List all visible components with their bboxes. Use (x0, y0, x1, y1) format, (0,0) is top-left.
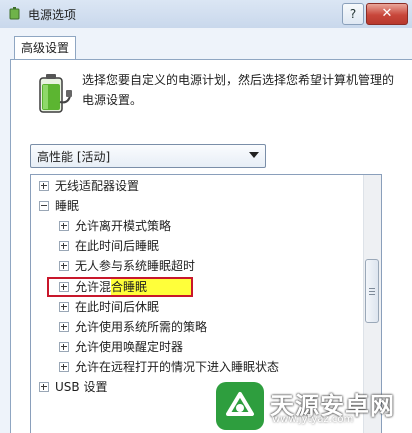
tree-item-label: 睡眠 (55, 199, 80, 213)
watermark-logo-icon (216, 382, 264, 430)
expand-plus-icon[interactable] (59, 342, 69, 352)
chevron-down-icon[interactable] (249, 152, 259, 158)
title-bar: 电源选项 ? ✕ (0, 0, 412, 29)
expand-plus-icon[interactable] (59, 221, 69, 231)
highlight-box (47, 277, 193, 297)
power-options-icon (9, 7, 20, 20)
tab-advanced-settings[interactable]: 高级设置 (14, 36, 76, 59)
power-plan-select[interactable]: 高性能 [活动] (30, 144, 266, 168)
plan-description: 选择您要自定义的电源计划，然后选择您希望计算机管理的电源设置。 (82, 73, 395, 107)
tree-item-label: 无人参与系统睡眠超时 (75, 259, 196, 273)
grip-line (369, 288, 375, 289)
tree-item-label: 无线适配器设置 (55, 179, 140, 193)
tree-item-label: 允许使用唤醒定时器 (75, 340, 184, 354)
expand-plus-icon[interactable] (59, 241, 69, 251)
grip-line (369, 291, 375, 292)
expand-plus-icon[interactable] (59, 322, 69, 332)
close-button[interactable]: ✕ (366, 3, 408, 25)
tree-item-label: 在此时间后休眠 (75, 300, 160, 314)
tab-strip: 高级设置 (0, 28, 412, 60)
expand-plus-icon[interactable] (39, 181, 49, 191)
watermark-url: www.jytyaz.com (272, 414, 354, 425)
tree-item-label: USB 设置 (55, 380, 108, 394)
tree-item-label: 在此时间后睡眠 (75, 239, 160, 253)
tree-item-label: 允许在远程打开的情况下进入睡眠状态 (75, 360, 280, 374)
scrollbar-thumb[interactable] (365, 259, 379, 323)
expand-plus-icon[interactable] (59, 302, 69, 312)
power-plan-value: 高性能 [活动] (37, 150, 111, 164)
window-title: 电源选项 (28, 8, 77, 22)
expand-plus-icon[interactable] (59, 362, 69, 372)
expand-plus-icon[interactable] (59, 261, 69, 271)
tree-item-label: 允许使用系统所需的策略 (75, 320, 208, 334)
battery-icon (39, 74, 72, 113)
collapse-minus-icon[interactable] (39, 201, 49, 211)
help-button[interactable]: ? (342, 3, 364, 25)
expand-plus-icon[interactable] (39, 382, 49, 392)
grip-line (369, 294, 375, 295)
tree-item-label: 允许离开模式策略 (75, 219, 172, 233)
